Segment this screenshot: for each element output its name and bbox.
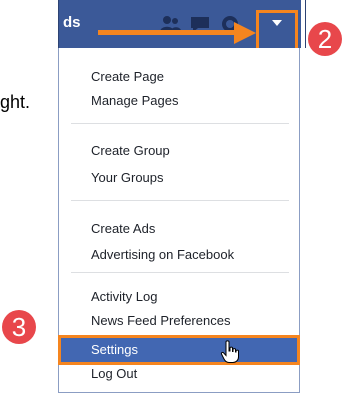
hand-pointer-cursor-icon bbox=[220, 340, 239, 363]
menu-item-create-group[interactable]: Create Group bbox=[59, 140, 299, 162]
callout-arrow-head-icon bbox=[234, 22, 256, 44]
menu-divider bbox=[71, 200, 289, 201]
menu-item-create-page[interactable]: Create Page bbox=[59, 66, 299, 88]
menu-item-news-feed-preferences[interactable]: News Feed Preferences bbox=[59, 310, 299, 332]
menu-item-activity-log[interactable]: Activity Log bbox=[59, 286, 299, 308]
menu-item-your-groups[interactable]: Your Groups bbox=[59, 167, 299, 189]
step-2-badge: 2 bbox=[308, 22, 342, 56]
top-bar-separator bbox=[305, 0, 306, 48]
callout-arrow-shaft bbox=[98, 30, 238, 35]
menu-item-advertising-on-facebook[interactable]: Advertising on Facebook bbox=[59, 244, 299, 266]
menu-item-log-out[interactable]: Log Out bbox=[59, 363, 299, 385]
step-3-badge: 3 bbox=[2, 310, 36, 344]
top-bar-label-fragment: ds bbox=[63, 14, 81, 31]
callout-highlight-settings bbox=[58, 335, 300, 365]
menu-item-create-ads[interactable]: Create Ads bbox=[59, 218, 299, 240]
document-text-fragment: ght. bbox=[0, 92, 31, 112]
menu-divider bbox=[71, 123, 289, 124]
menu-divider bbox=[71, 272, 289, 273]
menu-item-manage-pages[interactable]: Manage Pages bbox=[59, 90, 299, 112]
